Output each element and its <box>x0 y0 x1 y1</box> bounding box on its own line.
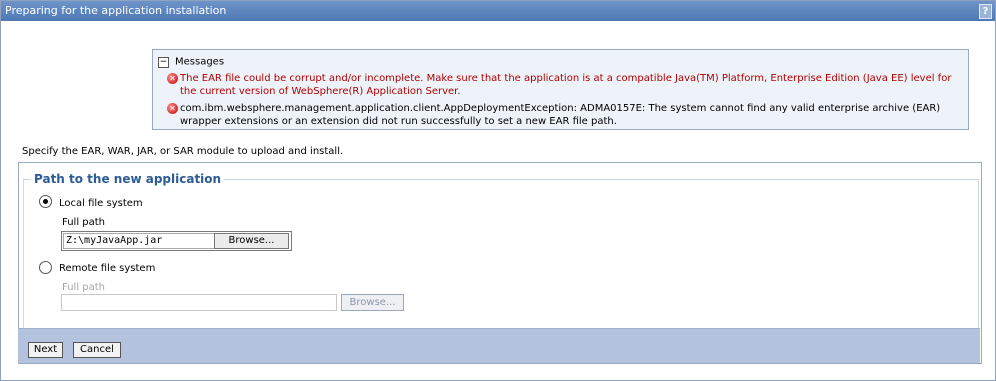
error-message-text: The EAR file could be corrupt and/or inc… <box>180 73 952 97</box>
remote-file-system-label[interactable]: Remote file system <box>59 263 155 274</box>
messages-panel: − Messages ✕ The EAR file could be corrup… <box>152 49 969 130</box>
title-bar: Preparing for the application installati… <box>1 1 995 21</box>
button-bar: Next Cancel <box>18 328 980 363</box>
remote-file-system-radio[interactable] <box>39 261 52 274</box>
local-file-picker: Z:\myJavaApp.jar Browse... <box>61 231 292 251</box>
help-icon[interactable]: ? <box>979 4 992 19</box>
remote-full-path-input[interactable] <box>61 294 337 311</box>
path-section-legend: Path to the new application <box>31 172 225 186</box>
local-full-path-label: Full path <box>62 217 106 228</box>
next-button[interactable]: Next <box>28 342 63 358</box>
error-icon: ✕ <box>167 103 178 114</box>
local-file-system-label[interactable]: Local file system <box>59 198 143 209</box>
error-message: ✕ The EAR file could be corrupt and/or i… <box>167 72 965 98</box>
remote-browse-button[interactable]: Browse... <box>341 294 404 311</box>
remote-full-path-label: Full path <box>62 282 106 293</box>
messages-header[interactable]: − Messages <box>158 55 225 68</box>
messages-label: Messages <box>175 56 225 68</box>
local-browse-button[interactable]: Browse... <box>214 233 289 249</box>
cancel-button[interactable]: Cancel <box>73 342 121 358</box>
error-icon: ✕ <box>167 73 178 84</box>
instruction-text: Specify the EAR, WAR, JAR, or SAR module… <box>22 146 344 157</box>
page-title: Preparing for the application installati… <box>5 4 227 17</box>
local-full-path-input[interactable]: Z:\myJavaApp.jar <box>63 233 215 249</box>
error-message: ✕ com.ibm.websphere.management.applicati… <box>167 102 965 128</box>
error-message-text: com.ibm.websphere.management.application… <box>180 103 941 127</box>
collapse-icon[interactable]: − <box>158 56 169 68</box>
local-file-system-radio[interactable] <box>39 195 52 208</box>
